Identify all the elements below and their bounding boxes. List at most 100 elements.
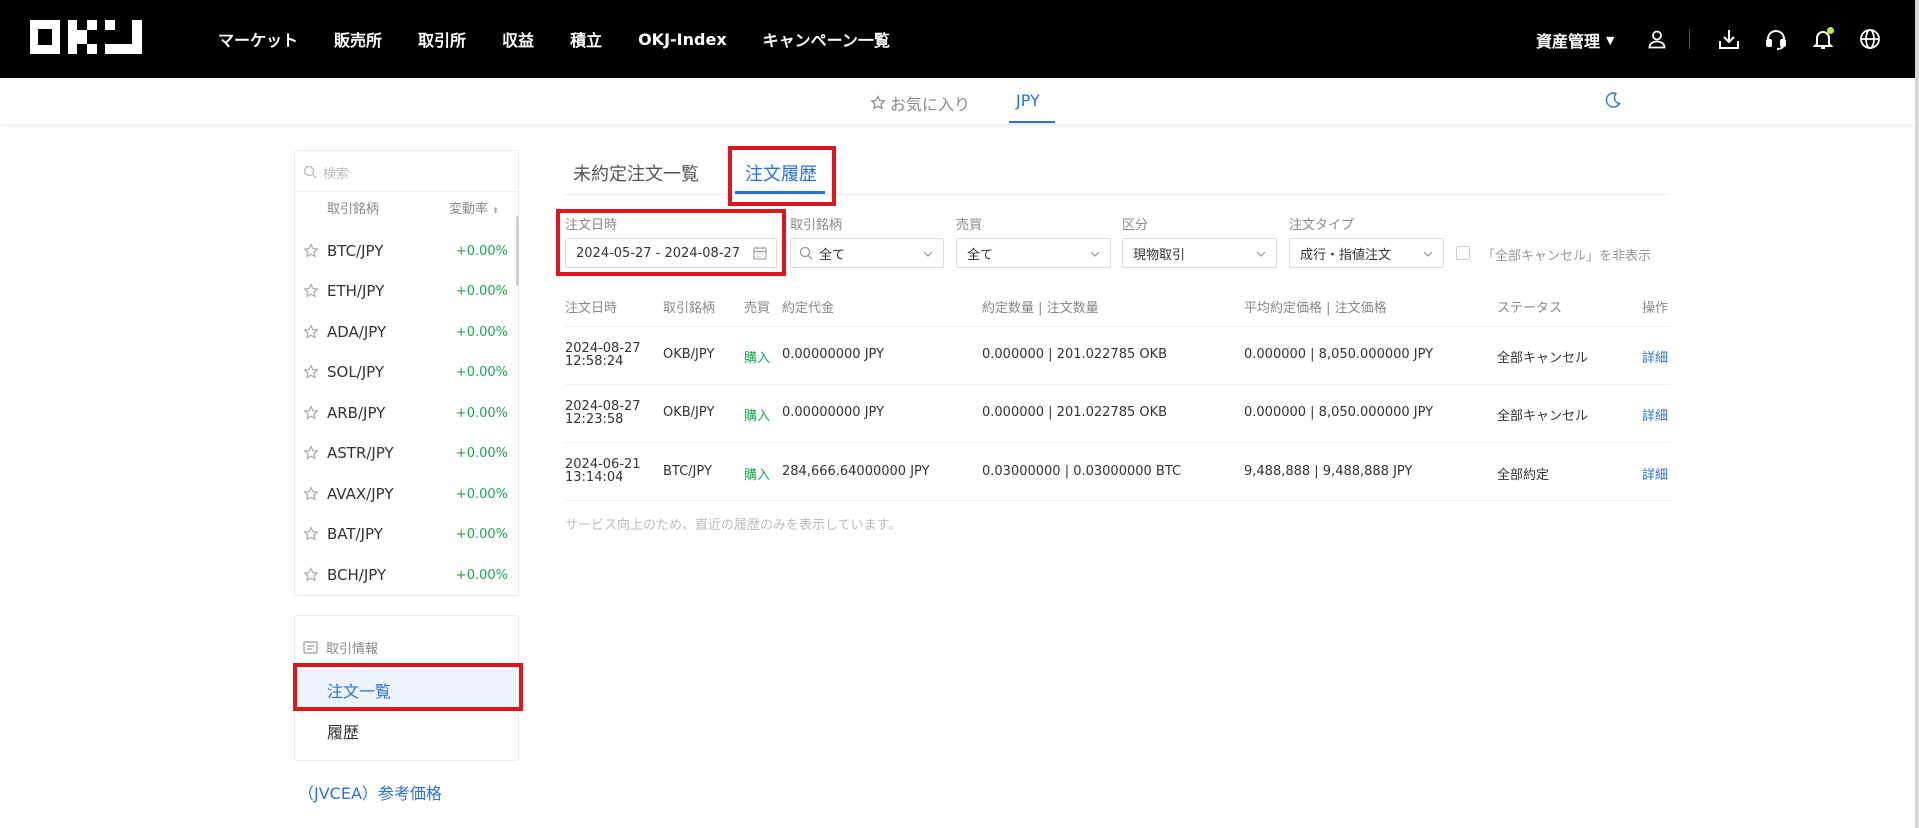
star-outline-icon[interactable] [303,486,319,502]
nav-exchange[interactable]: 取引所 [418,27,466,51]
row-status: 全部キャンセル [1497,351,1589,366]
row-detail-link[interactable]: 詳細 [1642,347,1668,366]
top-navbar: マーケット 販売所 取引所 収益 積立 OKJ-Index キャンペーン一覧 資… [0,0,1919,78]
nav-earn[interactable]: 収益 [502,27,534,51]
search-divider [295,191,518,192]
date-range-value: 2024-05-27 - 2024-08-27 [576,245,741,261]
row-pair: BTC/JPY [663,464,712,479]
col-change-sort[interactable]: 変動率 ⬍ [449,198,499,217]
orders-label: 注文一覧 [327,682,392,701]
history-notice: サービス向上のため、直近の履歴のみを表示しています。 [565,518,902,533]
star-outline-icon[interactable] [303,567,319,583]
sidebar-item-orders[interactable]: 注文一覧 [297,670,516,710]
page-scrollbar[interactable] [1915,0,1919,828]
nav-sales[interactable]: 販売所 [334,27,382,51]
pair-row-arb[interactable]: ARB/JPY +0.00% [303,393,508,433]
row-pair: OKB/JPY [663,405,715,420]
star-outline-icon[interactable] [303,405,319,421]
asset-management-label: 資産管理 [1536,32,1601,51]
asset-management-menu[interactable]: 資産管理 ▼ [1536,28,1614,52]
pair-change: +0.00% [455,364,508,380]
star-outline-icon[interactable] [303,445,319,461]
star-outline-icon[interactable] [303,283,319,299]
pair-row-eth[interactable]: ETH/JPY +0.00% [303,271,508,311]
pair-row-btc[interactable]: BTC/JPY +0.00% [303,231,508,271]
pair-row-astr[interactable]: ASTR/JPY +0.00% [303,433,508,473]
okj-logo[interactable] [30,20,142,54]
document-icon [303,641,318,654]
search-input[interactable]: 検索 [303,161,508,183]
star-icon [870,95,886,110]
category-select-value: 現物取引 [1133,247,1186,263]
order-type-select[interactable]: 成行・指値注文 [1289,238,1444,268]
row-divider [565,442,1670,443]
support-headset-icon[interactable] [1763,26,1789,52]
side-select[interactable]: 全て [956,238,1111,268]
star-outline-icon[interactable] [303,243,319,259]
hide-cancel-label: 「全部キャンセル」を非表示 [1482,249,1652,264]
main-nav: マーケット 販売所 取引所 収益 積立 OKJ-Index キャンペーン一覧 [218,0,926,78]
row-detail-link[interactable]: 詳細 [1642,464,1668,483]
pair-symbol: ETH/JPY [327,282,385,300]
pair-row-avax[interactable]: AVAX/JPY +0.00% [303,474,508,514]
pair-change: +0.00% [455,283,508,299]
col-quantity: 約定数量 | 注文数量 [982,301,1099,316]
trade-info-title: 取引情報 [326,642,379,657]
pair-change: +0.00% [455,405,508,421]
search-placeholder: 検索 [323,166,350,182]
star-outline-icon[interactable] [303,364,319,380]
filter-date-label: 注文日時 [565,218,618,233]
col-side: 売買 [744,301,771,316]
row-quantity: 0.000000 | 201.022785 OKB [982,347,1168,362]
category-select[interactable]: 現物取引 [1122,238,1277,268]
row-amount: 0.00000000 JPY [782,347,885,362]
hide-cancel-checkbox[interactable] [1456,246,1470,260]
pair-select[interactable]: 全て [790,238,944,268]
star-outline-icon[interactable] [303,324,319,340]
tab-favorites[interactable]: お気に入り [870,91,970,115]
sidebar-item-history[interactable]: 履歴 [327,719,359,743]
tab-jpy[interactable]: JPY [1016,91,1040,110]
row-side: 購入 [744,351,771,366]
user-icon[interactable] [1644,26,1670,52]
trade-info-header: 取引情報 [303,638,378,657]
chevron-down-icon [1256,251,1266,257]
globe-language-icon[interactable] [1857,26,1883,52]
tab-order-history[interactable]: 注文履歴 [745,160,817,186]
row-status: 全部約定 [1497,468,1550,483]
col-price: 平均約定価格 | 注文価格 [1244,301,1387,316]
row-side: 購入 [744,468,771,483]
pair-change: +0.00% [455,243,508,259]
row-divider [565,500,1670,501]
row-price: 9,488,888 | 9,488,888 JPY [1244,464,1413,479]
pair-row-ada[interactable]: ADA/JPY +0.00% [303,312,508,352]
notification-bell-icon[interactable] [1810,26,1836,52]
pair-list-scrollbar[interactable] [516,216,519,286]
nav-savings[interactable]: 積立 [570,27,602,51]
pair-list-header: 取引銘柄 変動率 ⬍ [327,198,507,217]
nav-okj-index[interactable]: OKJ-Index [638,30,727,49]
star-outline-icon[interactable] [303,526,319,542]
row-time: 13:14:04 [565,470,624,485]
nav-market[interactable]: マーケット [218,27,298,51]
pair-list-panel: 検索 取引銘柄 変動率 ⬍ BTC/JPY +0.00% ETH/JPY +0.… [294,150,519,596]
tab-open-orders[interactable]: 未約定注文一覧 [573,160,699,186]
pair-row-bch[interactable]: BCH/JPY +0.00% [303,555,508,595]
row-price: 0.000000 | 8,050.000000 JPY [1244,405,1434,420]
tabs-divider [565,194,1670,195]
row-detail-link[interactable]: 詳細 [1642,405,1668,424]
nav-campaigns[interactable]: キャンペーン一覧 [763,27,890,51]
date-range-picker[interactable]: 2024-05-27 - 2024-08-27 [565,238,777,268]
jvcea-reference-price-link[interactable]: （JVCEA）参考価格 [298,780,442,804]
table-header-divider [565,326,1670,327]
row-quantity: 0.000000 | 201.022785 OKB [982,405,1168,420]
download-icon[interactable] [1716,26,1742,52]
col-pair: 取引銘柄 [663,301,716,316]
pair-row-bat[interactable]: BAT/JPY +0.00% [303,514,508,554]
pair-symbol: ASTR/JPY [327,444,394,462]
filter-category-label: 区分 [1122,218,1149,233]
pair-row-sol[interactable]: SOL/JPY +0.00% [303,352,508,392]
caret-down-icon: ▼ [1606,33,1615,47]
row-divider [565,384,1670,385]
dark-mode-moon-icon[interactable] [1604,91,1622,113]
